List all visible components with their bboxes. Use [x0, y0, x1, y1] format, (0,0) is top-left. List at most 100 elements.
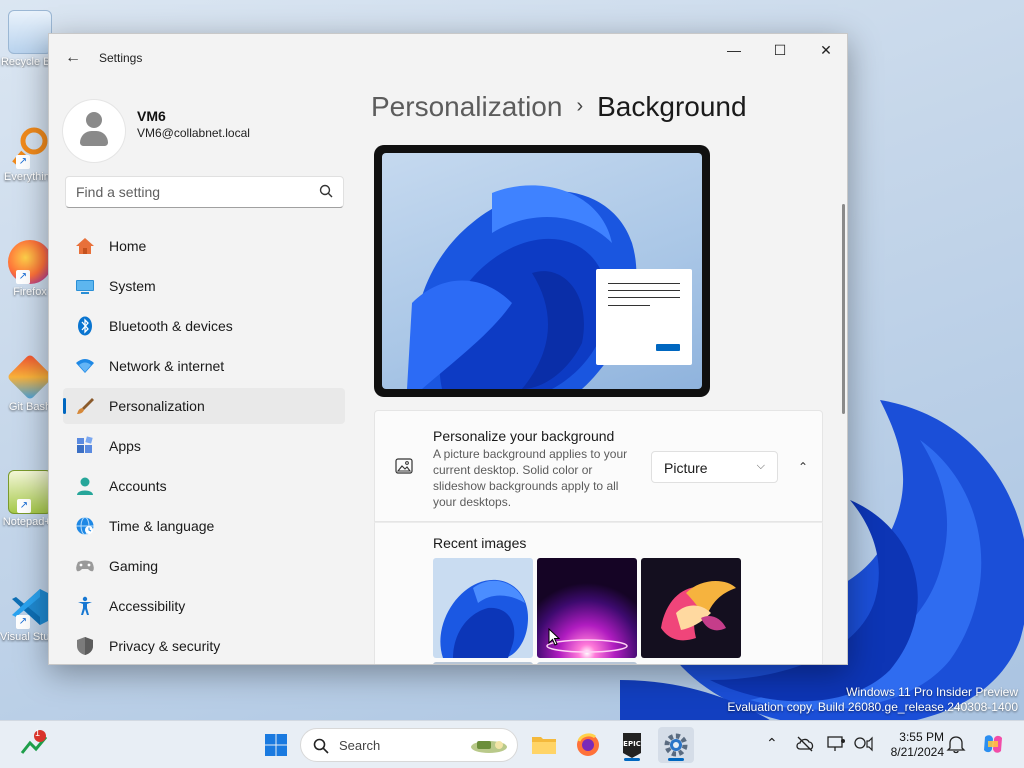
breadcrumb-separator: › [576, 95, 584, 117]
display-icon[interactable] [826, 735, 846, 753]
cloud-offline-icon[interactable] [795, 735, 815, 753]
recent-image-bloom[interactable] [433, 558, 533, 658]
minimize-button[interactable]: — [711, 34, 757, 66]
nav-list: Home System Bluetooth & devices Network … [63, 228, 345, 664]
sidebar-item-accessibility[interactable]: Accessibility [63, 588, 345, 624]
sidebar-item-label: Apps [109, 438, 141, 454]
vscode-icon: ↗ [8, 585, 52, 629]
breadcrumb: Personalization › Background [371, 91, 747, 123]
taskbar-search[interactable]: Search [300, 728, 518, 762]
sidebar-item-time-language[interactable]: Time & language [63, 508, 345, 544]
settings-window: ← Settings — ☐ ✕ VM6 VM6@collabnet.local… [48, 33, 848, 665]
recent-images-section: Recent images [374, 522, 823, 664]
image-icon [395, 458, 413, 474]
search-highlight-icon [471, 741, 507, 753]
notepad-plus-icon: ↗ [8, 470, 52, 514]
brush-icon [77, 398, 94, 414]
search-icon [313, 738, 329, 754]
wifi-icon [76, 359, 94, 373]
epic-games-button[interactable]: EPIC [614, 727, 650, 763]
taskbar-search-label: Search [339, 738, 381, 753]
preview-window-mock [596, 269, 692, 365]
maximize-button[interactable]: ☐ [757, 34, 803, 66]
sidebar-item-home[interactable]: Home [63, 228, 345, 264]
network-volume-icon[interactable] [854, 735, 874, 753]
running-indicator [624, 758, 640, 761]
sidebar-item-label: Time & language [109, 518, 215, 534]
sidebar-item-label: Personalization [109, 398, 205, 414]
sidebar-item-system[interactable]: System [63, 268, 345, 304]
copilot-icon[interactable] [980, 731, 1006, 757]
recent-image-row2[interactable] [537, 662, 637, 664]
recent-image-row2[interactable] [433, 662, 533, 664]
background-type-dropdown[interactable]: Picture ⌵ [651, 451, 778, 483]
mouse-cursor [548, 628, 560, 646]
start-button[interactable] [258, 727, 294, 763]
preview-screen [382, 153, 702, 389]
sidebar-item-personalization[interactable]: Personalization [63, 388, 345, 424]
sidebar-item-label: Accounts [109, 478, 167, 494]
collapse-button[interactable]: ⌃ [789, 453, 817, 481]
globe-clock-icon [76, 517, 94, 535]
window-title: Settings [99, 51, 143, 65]
notification-bell-icon[interactable] [946, 734, 966, 754]
running-indicator [668, 758, 684, 761]
card-title: Personalize your background [433, 428, 615, 444]
sidebar-item-privacy-security[interactable]: Privacy & security [63, 628, 345, 664]
sidebar-item-label: Network & internet [109, 358, 225, 374]
file-explorer-button[interactable] [526, 727, 562, 763]
git-icon [6, 353, 54, 401]
magnifier-icon: ↗ [8, 125, 52, 169]
system-icon [76, 280, 94, 294]
desktop-preview [374, 145, 710, 397]
sidebar-item-network[interactable]: Network & internet [63, 348, 345, 384]
sidebar-item-gaming[interactable]: Gaming [63, 548, 345, 584]
sidebar: VM6 VM6@collabnet.local Home System Blue… [49, 82, 359, 664]
sidebar-item-accounts[interactable]: Accounts [63, 468, 345, 504]
widgets-button[interactable]: 1 [18, 727, 54, 763]
svg-text:EPIC: EPIC [623, 740, 641, 748]
chevron-up-icon[interactable]: ⌃ [766, 735, 778, 752]
gamepad-icon [76, 560, 94, 572]
shield-icon [77, 637, 93, 655]
system-clock[interactable]: 3:55 PM 8/21/2024 [891, 730, 944, 760]
main-content: Personalization › Background Personalize… [359, 82, 847, 664]
sidebar-item-label: Gaming [109, 558, 159, 574]
personalize-background-card[interactable]: Personalize your background A picture ba… [374, 410, 823, 522]
page-title: Background [597, 91, 747, 122]
clock-date: 8/21/2024 [890, 745, 944, 759]
card-description: A picture background applies to your cur… [433, 447, 628, 509]
notification-badge: 1 [35, 728, 41, 738]
title-bar[interactable]: ← Settings — ☐ ✕ [49, 34, 847, 82]
sidebar-item-label: System [109, 278, 156, 294]
chevron-down-icon: ⌵ [756, 460, 765, 472]
find-setting-input[interactable] [76, 184, 306, 200]
recent-image-abstract-ribbons[interactable] [641, 558, 741, 658]
user-profile[interactable]: VM6 VM6@collabnet.local [63, 92, 353, 162]
close-button[interactable]: ✕ [803, 34, 847, 66]
home-icon [76, 238, 94, 254]
evaluation-watermark: Windows 11 Pro Insider Preview Evaluatio… [727, 685, 1018, 715]
sidebar-item-apps[interactable]: Apps [63, 428, 345, 464]
avatar[interactable] [63, 100, 125, 162]
sidebar-item-label: Home [109, 238, 147, 254]
clock-time: 3:55 PM [899, 730, 944, 744]
sidebar-item-bluetooth[interactable]: Bluetooth & devices [63, 308, 345, 344]
back-arrow-icon[interactable]: ← [63, 48, 83, 68]
firefox-icon: ↗ [8, 240, 52, 284]
sidebar-item-label: Privacy & security [109, 638, 221, 654]
watermark-line-1: Windows 11 Pro Insider Preview [846, 685, 1018, 699]
settings-app-button[interactable] [658, 727, 694, 763]
dropdown-value: Picture [664, 460, 708, 476]
windows-logo-icon [265, 734, 287, 756]
apps-icon [77, 436, 93, 453]
firefox-button[interactable] [570, 727, 606, 763]
scrollbar[interactable] [842, 204, 845, 414]
recent-images-title: Recent images [433, 535, 527, 551]
find-setting-box[interactable] [65, 176, 344, 208]
taskbar: 1 Search EPIC ⌃ 3:55 PM 8/21/2024 [0, 720, 1024, 768]
watermark-line-2: Evaluation copy. Build 26080.ge_release.… [727, 700, 1018, 714]
search-icon[interactable] [319, 184, 333, 200]
breadcrumb-parent[interactable]: Personalization [371, 91, 562, 122]
firefox-icon [577, 733, 599, 756]
